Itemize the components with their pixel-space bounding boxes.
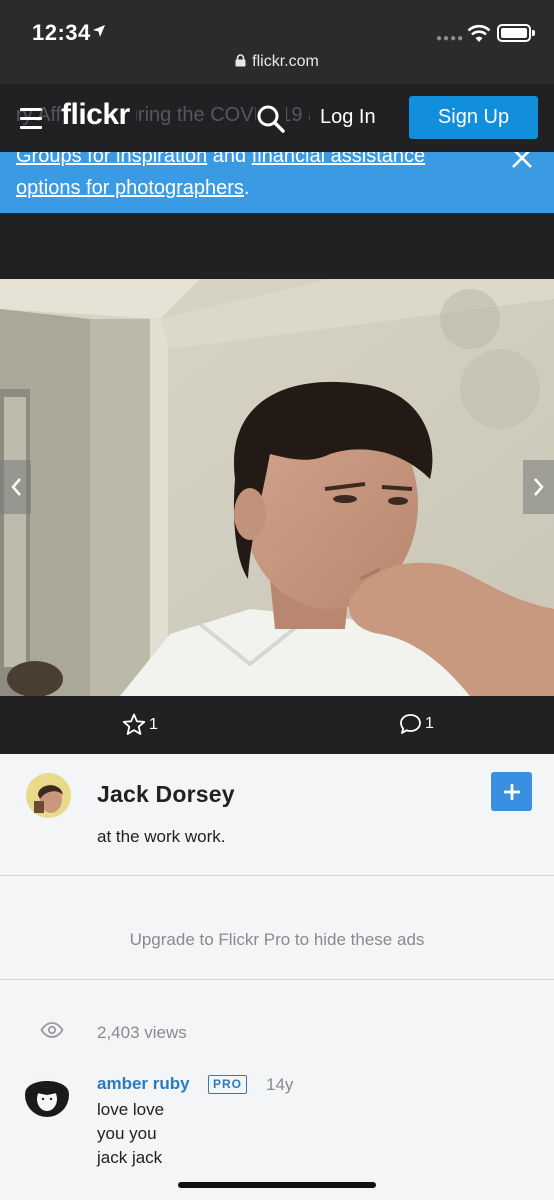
- views-count: 2,403 views: [97, 1023, 187, 1042]
- pro-badge: PRO: [208, 1075, 247, 1094]
- groups-link[interactable]: Groups for inspiration: [16, 152, 207, 167]
- engagement-bar: 1 1: [0, 696, 554, 754]
- divider: [0, 979, 554, 980]
- plus-icon: [503, 783, 520, 800]
- ad-upgrade-text[interactable]: Upgrade to Flickr Pro to hide these ads: [0, 930, 554, 950]
- address-bar[interactable]: flickr.com: [0, 53, 554, 71]
- notice-banner: Groups for inspiration and financial ass…: [0, 152, 554, 213]
- notice-text: Groups for inspiration and financial ass…: [16, 152, 486, 204]
- wifi-icon: [467, 24, 491, 42]
- photo-caption: at the work work.: [97, 827, 226, 846]
- comment-author[interactable]: amber ruby: [97, 1074, 190, 1094]
- commenter-avatar[interactable]: [25, 1073, 69, 1117]
- search-icon[interactable]: [256, 104, 286, 134]
- status-bar: 12:34 ●●●● flickr.com: [0, 0, 554, 84]
- divider: [0, 875, 554, 876]
- status-time: 12:34: [32, 20, 91, 45]
- follow-button[interactable]: [491, 772, 532, 811]
- chevron-left-icon: [10, 478, 21, 496]
- next-photo-button[interactable]: [523, 460, 554, 514]
- comment-body: love love you you jack jack: [97, 1098, 164, 1170]
- flickr-logo[interactable]: flickr: [61, 98, 136, 132]
- site-header: ry Affected during the COVID-19 and flic…: [0, 84, 554, 152]
- previous-photo-button[interactable]: [0, 460, 31, 514]
- close-icon[interactable]: [510, 152, 534, 170]
- hamburger-menu-icon[interactable]: [20, 108, 42, 135]
- owner-avatar[interactable]: [26, 773, 71, 818]
- signup-button[interactable]: Sign Up: [409, 96, 538, 139]
- comments-button[interactable]: 1: [399, 713, 434, 735]
- star-icon: [122, 713, 146, 735]
- comment-icon: [400, 714, 421, 734]
- comment-line: jack jack: [97, 1148, 163, 1167]
- comment-age: 14y: [266, 1075, 294, 1094]
- owner-name[interactable]: Jack Dorsey: [97, 781, 235, 808]
- favorite-button[interactable]: 1: [122, 713, 158, 736]
- comment-line: love love: [97, 1100, 165, 1119]
- views-row: [40, 1022, 64, 1038]
- photo[interactable]: [0, 279, 554, 696]
- cellular-signal-icon: ●●●●: [436, 33, 465, 44]
- login-link[interactable]: Log In: [310, 106, 386, 129]
- favorites-count: 1: [149, 715, 158, 733]
- photo-image: [0, 279, 554, 696]
- chevron-right-icon: [533, 478, 544, 496]
- home-indicator[interactable]: [178, 1182, 376, 1188]
- comments-count: 1: [425, 715, 434, 732]
- comment-line: you you: [97, 1124, 157, 1143]
- battery-icon: [497, 24, 531, 42]
- eye-icon: [40, 1022, 64, 1038]
- lock-icon: [235, 54, 246, 67]
- location-arrow-icon: [93, 25, 105, 37]
- url-text: flickr.com: [252, 53, 319, 70]
